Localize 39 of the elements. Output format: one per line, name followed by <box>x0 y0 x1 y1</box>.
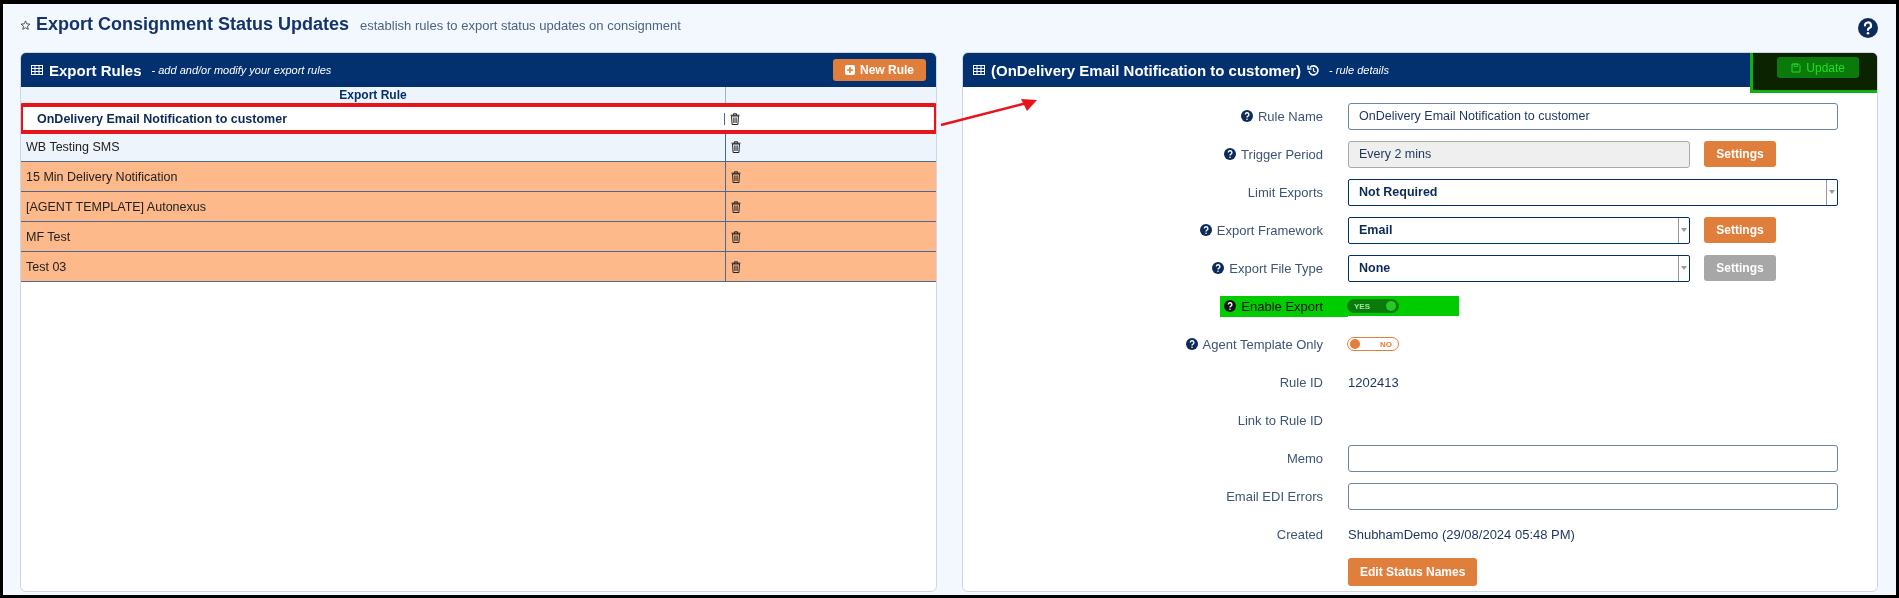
field-label: Created <box>1275 525 1324 544</box>
dropdown[interactable]: None <box>1348 254 1690 282</box>
panel-subtitle: - rule details <box>1329 64 1389 76</box>
rule-row[interactable]: WB Testing SMS <box>21 132 936 162</box>
field-value: ShubhamDemo (29/08/2024 05:48 PM) <box>1348 526 1575 542</box>
field-label: Trigger Period <box>1220 143 1348 165</box>
field-value: 1202413 <box>1348 374 1399 390</box>
page-title: Export Consignment Status Updates <box>36 13 350 35</box>
rule-name: MF Test <box>26 229 71 244</box>
text-field[interactable]: OnDelivery Email Notification to customer <box>1348 102 1838 130</box>
dropdown[interactable]: Not Required <box>1348 178 1838 206</box>
field-label: Limit Exports <box>1246 183 1324 202</box>
rule-row[interactable]: OnDelivery Email Notification to customer <box>21 105 936 132</box>
readonly-field[interactable]: Every 2 mins <box>1348 140 1690 168</box>
panel-title: (OnDelivery Email Notification to customer) <box>991 61 1302 79</box>
field-label: Link to Rule ID <box>1236 411 1324 430</box>
panel-subtitle: - add and/or modify your export rules <box>151 64 332 76</box>
rule-row[interactable]: MF Test <box>21 222 936 252</box>
page-subtitle: establish rules to export status updates on consignment <box>360 17 681 33</box>
field-label: Rule ID <box>1278 373 1324 392</box>
column-header: Export Rule <box>338 87 408 104</box>
rule-name: Test 03 <box>26 259 67 274</box>
field-label: Export File Type <box>1208 257 1348 279</box>
field-label: Memo <box>1285 449 1324 468</box>
rule-name: WB Testing SMS <box>26 139 120 154</box>
field-label: Email EDI Errors <box>1225 487 1324 506</box>
field-label: Export Framework <box>1195 219 1348 241</box>
field-label: Rule Name <box>1236 105 1348 127</box>
rule-name: OnDelivery Email Notification to customer <box>37 111 288 126</box>
field-label: Agent Template Only <box>1181 333 1348 355</box>
dropdown[interactable]: Email <box>1348 216 1690 244</box>
rule-row[interactable]: Test 03 <box>21 252 936 282</box>
rule-name: 15 Min Delivery Notification <box>26 169 178 184</box>
rule-name: [AGENT TEMPLATE] Autonexus <box>26 199 206 214</box>
panel-title: Export Rules <box>49 61 142 79</box>
rule-row[interactable]: 15 Min Delivery Notification <box>21 162 936 192</box>
field-label: Enable Export <box>1220 295 1348 317</box>
rule-row[interactable]: [AGENT TEMPLATE] Autonexus <box>21 192 936 222</box>
toggle-switch[interactable]: YES <box>1347 299 1399 313</box>
